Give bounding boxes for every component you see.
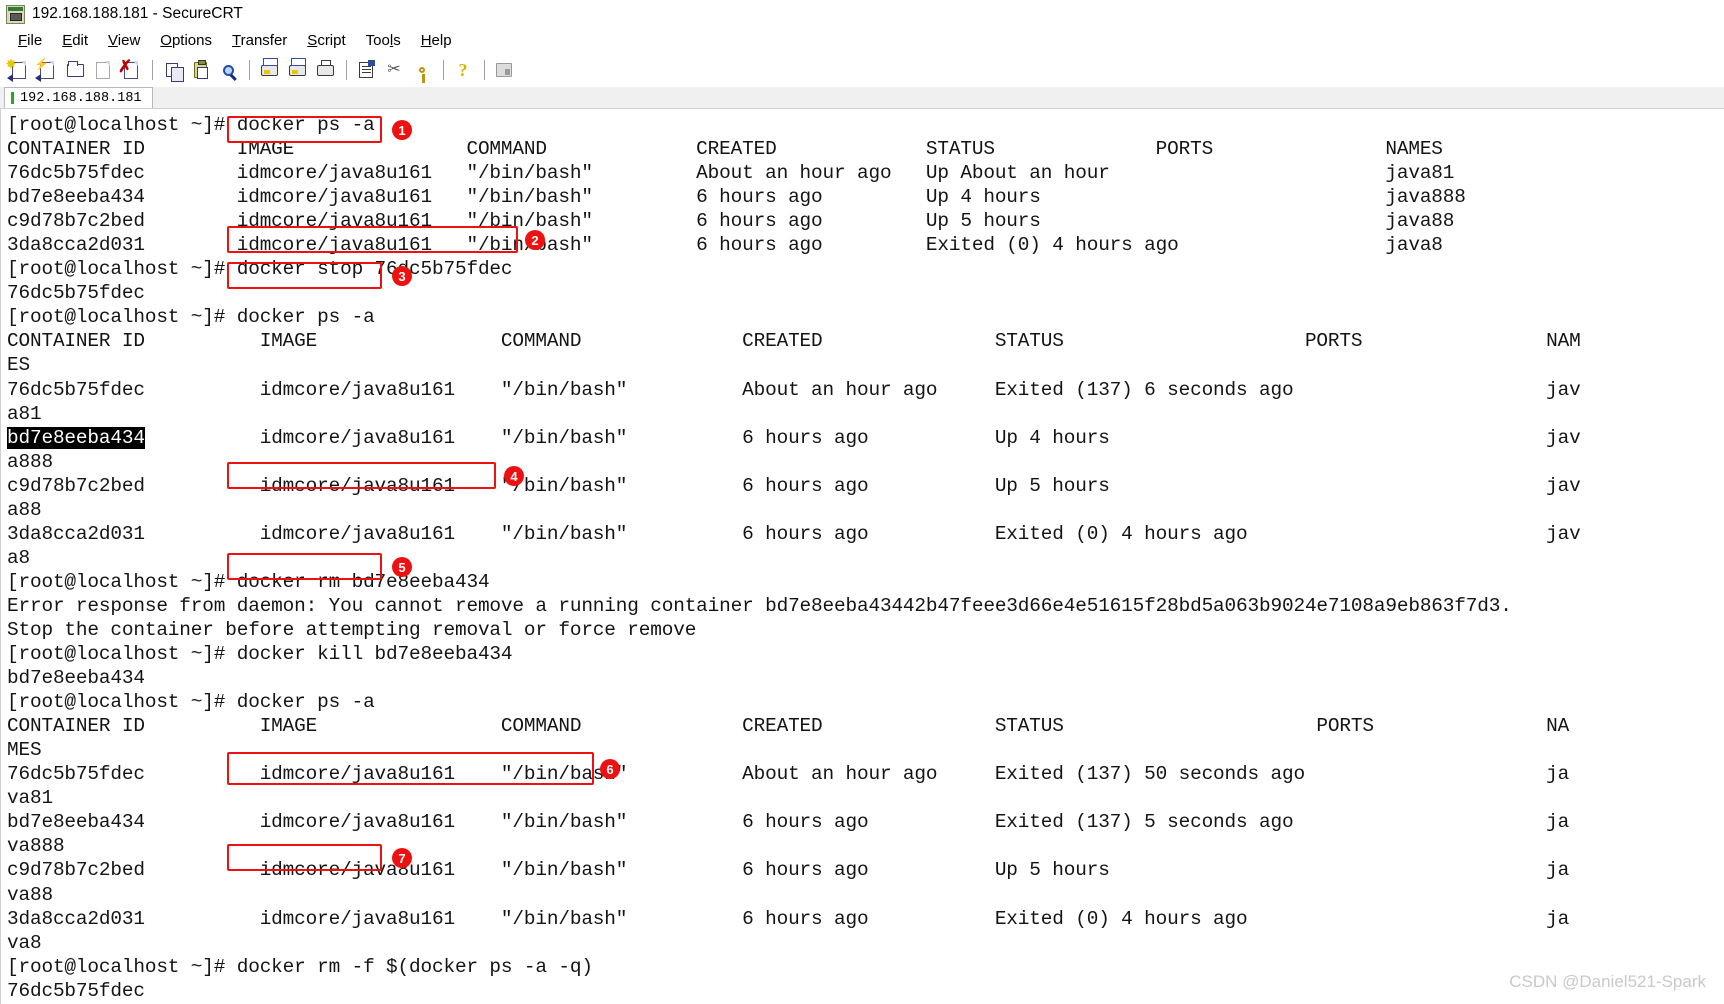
toggle-chat-window-icon[interactable]: ✂: [381, 57, 407, 83]
locked-icon: [491, 57, 517, 83]
securecrt-icon: [6, 4, 25, 24]
terminal-line: 3da8cca2d031 idmcore/java8u161 "/bin/bas…: [7, 522, 1581, 545]
find-icon[interactable]: [215, 57, 241, 83]
terminal-line: bd7e8eeba434 idmcore/java8u161 "/bin/bas…: [7, 426, 1724, 450]
menu-script[interactable]: Script: [297, 31, 355, 50]
toolbar: ✸ ⚡ ✗ ✂ ?: [0, 53, 1724, 87]
terminal-line: MES: [7, 739, 42, 762]
menu-options[interactable]: Options: [150, 31, 222, 50]
terminal-line: bd7e8eeba434 idmcore/java8u161 "/bin/bas…: [7, 811, 1570, 834]
terminal-line: Stop the container before attempting rem…: [7, 618, 697, 641]
terminal-line: c9d78b7c2bed idmcore/java8u161 "/bin/bas…: [7, 474, 1581, 497]
terminal-line: 76dc5b75fdec idmcore/java8u161 "/bin/bas…: [7, 378, 1581, 401]
toolbar-separator: [346, 60, 347, 80]
print-selection-icon[interactable]: [284, 57, 310, 83]
callout-badge-7: 7: [392, 848, 412, 868]
new-session-icon[interactable]: ✸: [6, 57, 32, 83]
terminal-line: bd7e8eeba434: [7, 667, 145, 690]
toolbar-separator: [249, 60, 250, 80]
terminal-line: [root@localhost ~]# docker kill bd7e8eeb…: [7, 643, 513, 666]
terminal-line: 3da8cca2d031 idmcore/java8u161 "/bin/bas…: [7, 234, 1443, 257]
terminal-line: a8: [7, 546, 30, 569]
callout-badge-3: 3: [392, 266, 412, 286]
terminal-line: bd7e8eeba434 idmcore/java8u161 "/bin/bas…: [7, 186, 1466, 209]
callout-badge-4: 4: [504, 466, 524, 486]
callout-badge-2: 2: [525, 230, 545, 250]
callout-badge-6: 6: [600, 759, 620, 779]
terminal-line: 76dc5b75fdec: [7, 282, 145, 305]
terminal-line: c9d78b7c2bed idmcore/java8u161 "/bin/bas…: [7, 859, 1570, 882]
paste-icon[interactable]: [187, 57, 213, 83]
menu-bar: File Edit View Options Transfer Script T…: [0, 28, 1724, 53]
terminal-line: va81: [7, 787, 53, 810]
print-screen-icon[interactable]: [256, 57, 282, 83]
help-icon[interactable]: ?: [450, 57, 476, 83]
connect-local-shell-icon[interactable]: [62, 57, 88, 83]
tab-strip: 192.168.188.181: [0, 87, 1724, 109]
terminal-line: Error response from daemon: You cannot r…: [7, 594, 1512, 617]
toolbar-separator: [484, 60, 485, 80]
securecrt-window: 192.168.188.181 - SecureCRT File Edit Vi…: [0, 0, 1724, 1004]
terminal-line: [root@localhost ~]# docker ps -a: [7, 114, 375, 136]
print-icon[interactable]: [312, 57, 338, 83]
terminal-line: [root@localhost ~]# docker stop 76dc5b75…: [7, 258, 513, 281]
terminal-line: CONTAINER ID IMAGE COMMAND CREATED STATU…: [7, 330, 1581, 353]
terminal-output: [root@localhost ~]# docker ps -a CONTAINE…: [7, 113, 1724, 1004]
terminal-line: [root@localhost ~]# docker rm bd7e8eeba4…: [7, 570, 490, 593]
terminal-line: a88: [7, 498, 42, 521]
terminal-line: ES: [7, 354, 30, 377]
disconnect-icon[interactable]: ✗: [118, 57, 144, 83]
menu-tools[interactable]: Tools: [356, 31, 411, 50]
connect-session-icon[interactable]: ⚡: [34, 57, 60, 83]
terminal-line: va888: [7, 835, 65, 858]
session-options-icon[interactable]: [353, 57, 379, 83]
terminal-line: [root@localhost ~]# docker ps -a: [7, 691, 375, 714]
toolbar-separator: [443, 60, 444, 80]
terminal-line: 76dc5b75fdec: [7, 979, 145, 1002]
terminal-screen[interactable]: [root@localhost ~]# docker ps -a CONTAINE…: [0, 109, 1724, 1004]
terminal-line: 3da8cca2d031 idmcore/java8u161 "/bin/bas…: [7, 907, 1570, 930]
window-title: 192.168.188.181 - SecureCRT: [32, 5, 243, 22]
terminal-line: [root@localhost ~]# docker ps -a: [7, 306, 375, 329]
selected-text: bd7e8eeba434: [7, 426, 145, 449]
menu-file[interactable]: File: [8, 31, 52, 50]
terminal-line: a81: [7, 402, 42, 425]
terminal-line: 76dc5b75fdec idmcore/java8u161 "/bin/bas…: [7, 763, 1570, 786]
toolbar-separator: [152, 60, 153, 80]
terminal-line: 76dc5b75fdec idmcore/java8u161 "/bin/bas…: [7, 162, 1455, 185]
menu-transfer[interactable]: Transfer: [222, 31, 297, 50]
key-icon[interactable]: [409, 57, 435, 83]
tab-label: 192.168.188.181: [20, 90, 142, 106]
terminal-line: a888: [7, 450, 53, 473]
tab-status-dot: [11, 92, 14, 104]
terminal-line: va88: [7, 883, 53, 906]
copy-icon[interactable]: [159, 57, 185, 83]
title-bar: 192.168.188.181 - SecureCRT: [0, 0, 1724, 28]
terminal-line: [root@localhost ~]# docker rm -f $(docke…: [7, 955, 593, 978]
reconnect-icon[interactable]: [90, 57, 116, 83]
terminal-line: CONTAINER ID IMAGE COMMAND CREATED STATU…: [7, 715, 1570, 738]
callout-badge-1: 1: [392, 120, 412, 140]
menu-edit[interactable]: Edit: [52, 31, 98, 50]
callout-badge-5: 5: [392, 557, 412, 577]
tab-session-192-168-188-181[interactable]: 192.168.188.181: [4, 87, 153, 108]
watermark: CSDN @Daniel521-Spark: [1509, 972, 1706, 991]
terminal-text: idmcore/java8u161 "/bin/bash" 6 hours ag…: [144, 426, 1581, 449]
terminal-line: va8: [7, 931, 42, 954]
menu-view[interactable]: View: [98, 31, 150, 50]
menu-help[interactable]: Help: [411, 31, 462, 50]
terminal-line: CONTAINER ID IMAGE COMMAND CREATED STATU…: [7, 138, 1443, 161]
terminal-line: c9d78b7c2bed idmcore/java8u161 "/bin/bas…: [7, 210, 1455, 233]
